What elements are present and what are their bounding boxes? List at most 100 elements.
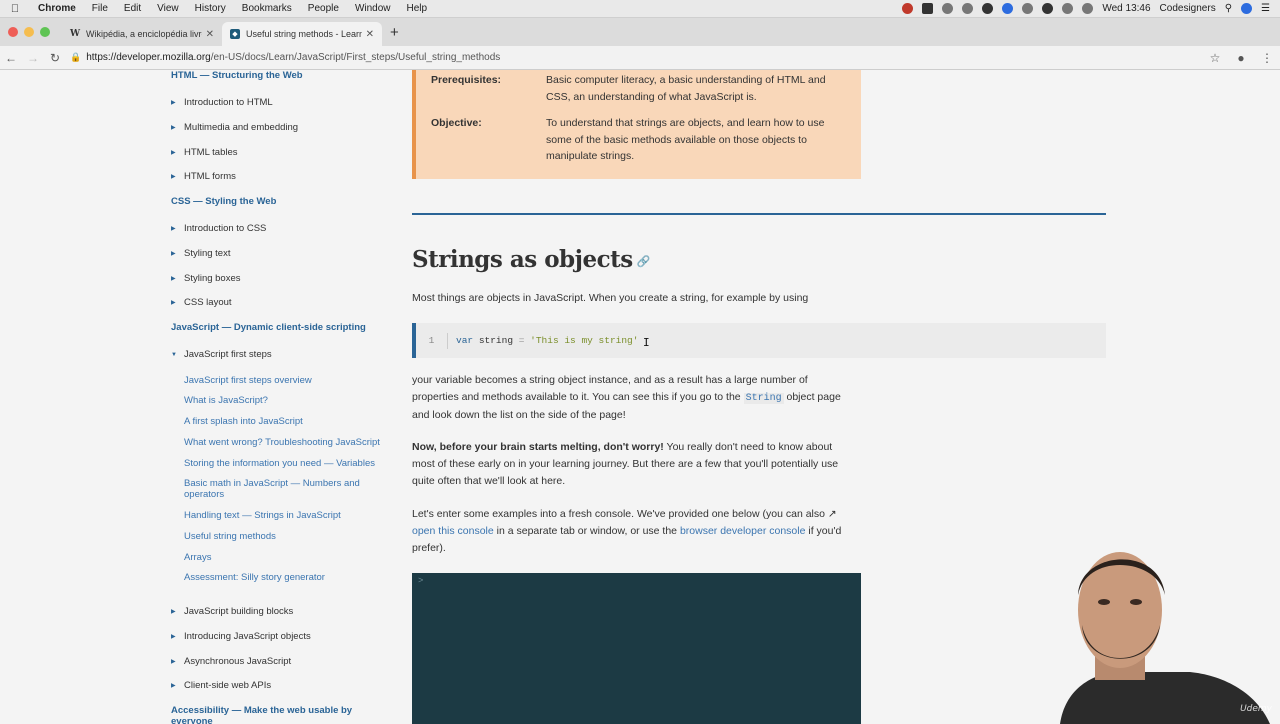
tray-gear-icon[interactable] <box>1022 3 1034 14</box>
sidebar-heading-javascript[interactable]: JavaScript — Dynamic client-side scripti… <box>171 322 366 333</box>
sidebar-link-assessment[interactable]: Assessment: Silly story generator <box>184 572 384 583</box>
siri-icon[interactable] <box>1241 3 1253 14</box>
url-host: https://developer.mozilla.org <box>86 52 211 63</box>
expand-triangle-icon: ▶ <box>171 150 176 156</box>
code-example[interactable]: 1 var string = 'This is my string' <box>412 323 1106 358</box>
permalink-icon[interactable]: 🔗 <box>637 255 651 268</box>
omnibox[interactable]: 🔒 https://developer.mozilla.org/en-US/do… <box>70 52 1202 63</box>
menu-history[interactable]: History <box>187 3 234 14</box>
spotlight-search-icon[interactable]: ⚲ <box>1225 3 1232 14</box>
menu-app-name[interactable]: Chrome <box>30 3 84 14</box>
line-number: 1 <box>416 332 448 349</box>
chrome-menu-icon[interactable]: ⋮ <box>1254 51 1280 65</box>
presenter-video-image <box>1060 552 1270 724</box>
tray-app-icon[interactable] <box>902 3 914 14</box>
expand-triangle-icon: ▶ <box>171 683 176 689</box>
sidebar-heading-accessibility[interactable]: Accessibility — Make the web usable by e… <box>171 705 371 724</box>
learn-sidebar: HTML — Structuring the Web ▶ Introduction… <box>0 70 395 724</box>
close-tab-icon[interactable]: ✕ <box>206 29 214 40</box>
apple-icon[interactable]:  <box>0 3 30 15</box>
sidebar-item-css-layout[interactable]: ▶ CSS layout <box>171 297 232 308</box>
paragraph-console: Let's enter some examples into a fresh c… <box>412 508 842 554</box>
dropbox-icon[interactable] <box>922 3 934 14</box>
sidebar-item-html-forms[interactable]: ▶ HTML forms <box>171 171 236 182</box>
expand-triangle-icon: ▶ <box>171 251 176 257</box>
sidebar-link-first-splash[interactable]: A first splash into JavaScript <box>184 416 384 427</box>
sidebar-link-overview[interactable]: JavaScript first steps overview <box>184 375 384 386</box>
bookmark-star-icon[interactable]: ☆ <box>1202 51 1228 65</box>
expand-triangle-icon: ▶ <box>171 659 176 665</box>
bluetooth-icon[interactable] <box>1062 3 1074 14</box>
mail-icon[interactable] <box>982 3 994 14</box>
menu-view[interactable]: View <box>149 3 187 14</box>
creative-cloud-icon[interactable] <box>942 3 954 14</box>
sidebar-item-styling-boxes[interactable]: ▶ Styling boxes <box>171 273 241 284</box>
menu-clock[interactable]: Wed 13:46 <box>1102 3 1150 14</box>
developer-console-link[interactable]: browser developer console <box>680 525 806 537</box>
sidebar-item-multimedia[interactable]: ▶ Multimedia and embedding <box>171 122 298 133</box>
menu-edit[interactable]: Edit <box>116 3 149 14</box>
sidebar-link-troubleshooting[interactable]: What went wrong? Troubleshooting JavaScr… <box>184 437 384 448</box>
sidebar-link-what-is-js[interactable]: What is JavaScript? <box>184 395 384 406</box>
tray-camera-icon[interactable] <box>1042 3 1054 14</box>
tray-globe-icon[interactable] <box>1002 3 1014 14</box>
paragraph-string-object: your variable becomes a string object in… <box>412 374 841 421</box>
interactive-console[interactable]: > <box>412 573 861 724</box>
open-console-link[interactable]: open this console <box>412 525 494 537</box>
paragraph-intro: Most things are objects in JavaScript. W… <box>412 292 809 304</box>
sidebar-item-building-blocks[interactable]: ▶ JavaScript building blocks <box>171 606 293 617</box>
close-tab-icon[interactable]: ✕ <box>366 29 374 40</box>
wifi-icon[interactable] <box>1082 3 1094 14</box>
forward-button[interactable]: → <box>22 51 44 65</box>
menu-bookmarks[interactable]: Bookmarks <box>234 3 300 14</box>
sidebar-item-intro-html[interactable]: ▶ Introduction to HTML <box>171 97 273 108</box>
minimize-window-icon[interactable] <box>24 27 34 37</box>
profile-avatar-icon[interactable]: ● <box>1228 51 1254 65</box>
menu-people[interactable]: People <box>300 3 347 14</box>
sidebar-link-arrays[interactable]: Arrays <box>184 552 384 563</box>
sidebar-heading-html[interactable]: HTML — Structuring the Web <box>171 70 303 81</box>
objective-text: To understand that strings are objects, … <box>546 117 825 162</box>
prereq-text: Basic computer literacy, a basic underst… <box>546 74 826 103</box>
sidebar-heading-css[interactable]: CSS — Styling the Web <box>171 196 276 207</box>
code-line: var string = 'This is my string' <box>456 335 639 346</box>
menu-file[interactable]: File <box>84 3 116 14</box>
sidebar-item-intro-css[interactable]: ▶ Introduction to CSS <box>171 223 266 234</box>
reload-button[interactable]: ↻ <box>44 51 66 65</box>
external-link-icon: ↗ <box>827 508 837 520</box>
lock-icon[interactable]: 🔒 <box>70 52 81 63</box>
zoom-window-icon[interactable] <box>40 27 50 37</box>
url-path: /en-US/docs/Learn/JavaScript/First_steps… <box>210 52 501 63</box>
tray-utility-icon[interactable] <box>962 3 974 14</box>
sidebar-link-variables[interactable]: Storing the information you need — Varia… <box>184 458 384 469</box>
notification-center-icon[interactable]: ☰ <box>1261 3 1270 14</box>
tab-useful-string-methods[interactable]: ◆ Useful string methods - Learn ✕ <box>222 22 382 46</box>
expand-triangle-icon: ▶ <box>171 226 176 232</box>
expand-triangle-icon: ▶ <box>171 276 176 282</box>
expand-triangle-icon: ▶ <box>171 174 176 180</box>
sidebar-link-basic-math[interactable]: Basic math in JavaScript — Numbers and o… <box>184 478 369 500</box>
close-window-icon[interactable] <box>8 27 18 37</box>
menu-help[interactable]: Help <box>399 3 436 14</box>
string-object-link[interactable]: String <box>743 393 784 404</box>
expand-triangle-icon: ▶ <box>171 634 176 640</box>
window-controls <box>0 27 62 46</box>
paragraph-dont-worry: Now, before your brain starts melting, d… <box>412 441 839 487</box>
sidebar-link-strings[interactable]: Handling text — Strings in JavaScript <box>184 510 384 521</box>
wikipedia-favicon-icon: W <box>70 29 81 39</box>
expand-triangle-icon: ▶ <box>171 300 176 306</box>
udemy-watermark: Udemy <box>1240 704 1272 714</box>
tab-wikipedia[interactable]: W Wikipédia, a enciclopédia livre ✕ <box>62 22 222 46</box>
sidebar-item-async-js[interactable]: ▶ Asynchronous JavaScript <box>171 656 291 667</box>
expand-triangle-icon: ▶ <box>171 125 176 131</box>
sidebar-item-html-tables[interactable]: ▶ HTML tables <box>171 147 238 158</box>
sidebar-item-js-first-steps[interactable]: ▼ JavaScript first steps <box>171 349 272 360</box>
new-tab-button[interactable]: + <box>382 24 407 46</box>
menu-window[interactable]: Window <box>347 3 399 14</box>
sidebar-item-web-apis[interactable]: ▶ Client-side web APIs <box>171 680 271 691</box>
sidebar-link-useful-string-methods[interactable]: Useful string methods <box>184 531 384 542</box>
menu-user[interactable]: Codesigners <box>1160 3 1216 14</box>
sidebar-item-js-objects[interactable]: ▶ Introducing JavaScript objects <box>171 631 311 642</box>
back-button[interactable]: ← <box>0 51 22 65</box>
sidebar-item-styling-text[interactable]: ▶ Styling text <box>171 248 230 259</box>
